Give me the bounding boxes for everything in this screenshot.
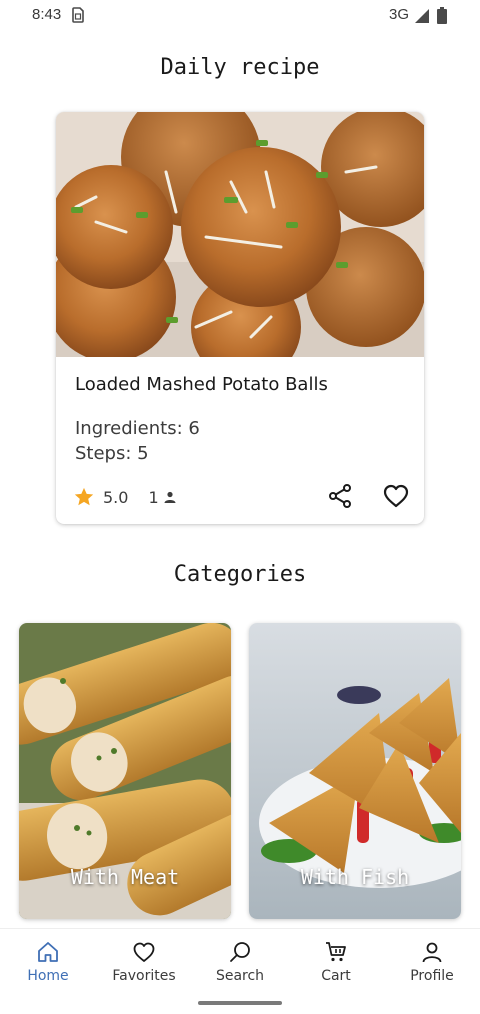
share-icon[interactable] (326, 482, 354, 510)
home-icon (38, 942, 58, 962)
recipe-photo (56, 112, 424, 357)
recipe-ingredients-count: Ingredients: 6 (75, 418, 200, 439)
sim-card-icon (72, 7, 84, 23)
nav-profile[interactable]: Profile (384, 929, 480, 995)
battery-icon (437, 7, 447, 24)
recipe-steps-count: Steps: 5 (75, 443, 149, 464)
nav-search-label: Search (215, 968, 265, 984)
servings-value: 1 (148, 487, 159, 507)
categories-title: Categories (173, 562, 307, 587)
category-label-fish: With Fish (300, 865, 410, 889)
daily-recipe-card[interactable]: Loaded Mashed Potato Balls Ingredients: … (56, 112, 424, 524)
nav-favorites-label: Favorites (112, 968, 176, 984)
nav-home[interactable]: Home (0, 929, 96, 995)
person-icon (164, 491, 176, 503)
profile-icon (422, 942, 442, 963)
heart-icon (133, 942, 155, 962)
network-type: 3G (389, 6, 410, 23)
signal-icon (415, 9, 429, 23)
daily-recipe-title: Daily recipe (160, 55, 320, 80)
status-time: 8:43 (32, 6, 62, 23)
status-bar: 8:43 3G (0, 0, 480, 32)
nav-search[interactable]: Search (192, 929, 288, 995)
nav-cart[interactable]: Cart (288, 929, 384, 995)
cart-icon (326, 942, 346, 962)
gesture-bar[interactable] (198, 1001, 282, 1005)
category-with-fish[interactable]: With Fish (249, 623, 461, 919)
recipe-meta-row: 5.0 1 (73, 485, 176, 509)
star-icon (74, 487, 94, 506)
search-icon (230, 942, 250, 962)
nav-profile-label: Profile (410, 968, 454, 984)
nav-favorites[interactable]: Favorites (96, 929, 192, 995)
category-label-meat: With Meat (70, 865, 180, 889)
nav-home-label: Home (27, 968, 69, 984)
heart-icon[interactable] (382, 482, 410, 510)
nav-cart-label: Cart (321, 968, 351, 984)
recipe-name: Loaded Mashed Potato Balls (75, 374, 328, 395)
category-with-meat[interactable]: With Meat (19, 623, 231, 919)
rating-value: 5.0 (103, 487, 129, 507)
